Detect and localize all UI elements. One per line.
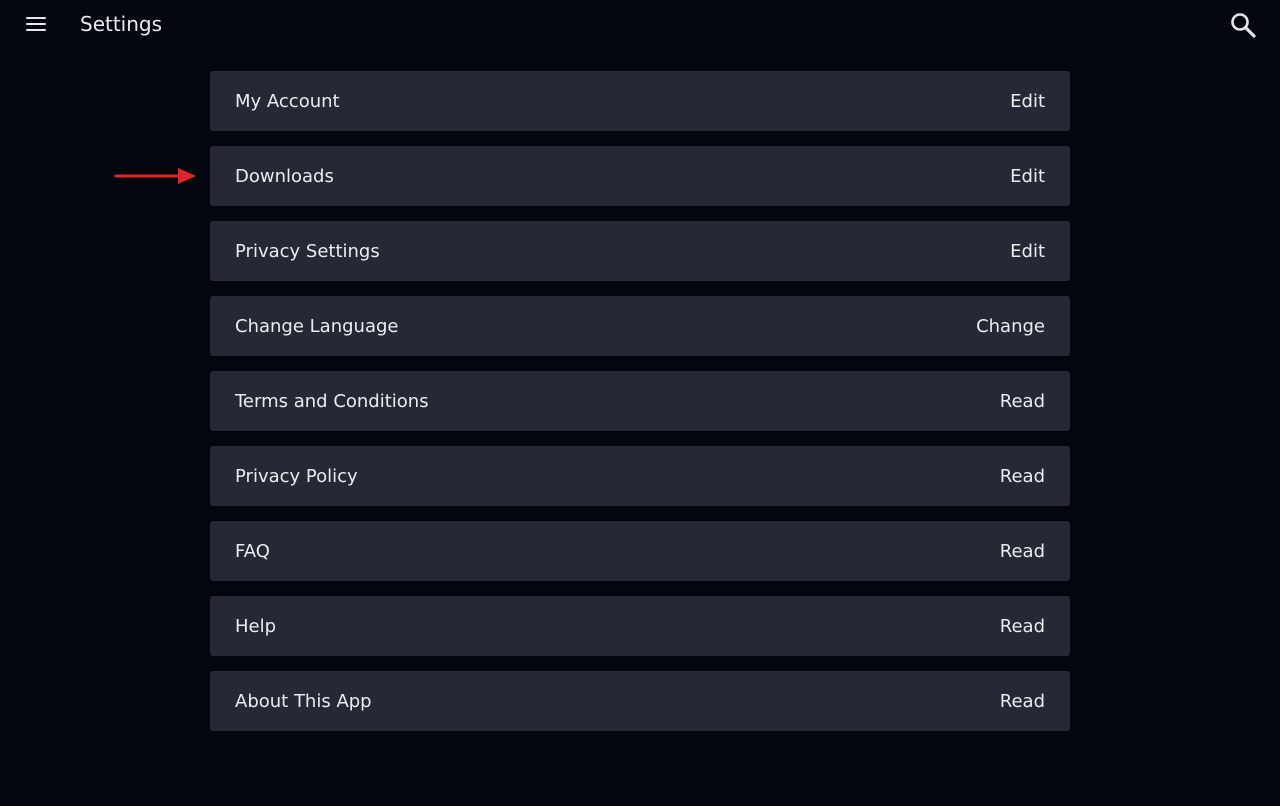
row-label: My Account xyxy=(235,90,340,112)
read-button[interactable]: Read xyxy=(1000,616,1045,637)
row-label: About This App xyxy=(235,690,372,712)
settings-row-privacy-settings[interactable]: Privacy Settings Edit xyxy=(210,221,1070,281)
row-label: Downloads xyxy=(235,165,334,187)
row-label: Terms and Conditions xyxy=(235,390,429,412)
row-label: Privacy Settings xyxy=(235,240,380,262)
settings-row-downloads[interactable]: Downloads Edit xyxy=(210,146,1070,206)
settings-row-faq[interactable]: FAQ Read xyxy=(210,521,1070,581)
settings-list: My Account Edit Downloads Edit Privacy S… xyxy=(210,71,1070,746)
row-label: Privacy Policy xyxy=(235,465,358,487)
change-button[interactable]: Change xyxy=(976,316,1045,337)
settings-row-help[interactable]: Help Read xyxy=(210,596,1070,656)
settings-row-change-language[interactable]: Change Language Change xyxy=(210,296,1070,356)
row-label: Change Language xyxy=(235,315,399,337)
settings-row-terms-and-conditions[interactable]: Terms and Conditions Read xyxy=(210,371,1070,431)
settings-row-privacy-policy[interactable]: Privacy Policy Read xyxy=(210,446,1070,506)
menu-line xyxy=(26,23,46,25)
top-app-bar: Settings xyxy=(0,0,1280,50)
edit-button[interactable]: Edit xyxy=(1010,241,1045,262)
read-button[interactable]: Read xyxy=(1000,391,1045,412)
edit-button[interactable]: Edit xyxy=(1010,91,1045,112)
hamburger-menu-icon[interactable] xyxy=(26,15,46,33)
annotation-arrow-icon xyxy=(114,168,196,184)
menu-line xyxy=(26,17,46,19)
read-button[interactable]: Read xyxy=(1000,541,1045,562)
read-button[interactable]: Read xyxy=(1000,466,1045,487)
search-icon[interactable] xyxy=(1229,11,1257,39)
page-title: Settings xyxy=(80,12,163,36)
settings-row-my-account[interactable]: My Account Edit xyxy=(210,71,1070,131)
row-label: Help xyxy=(235,615,277,637)
menu-line xyxy=(26,29,46,31)
settings-row-about-this-app[interactable]: About This App Read xyxy=(210,671,1070,731)
row-label: FAQ xyxy=(235,540,270,562)
edit-button[interactable]: Edit xyxy=(1010,166,1045,187)
read-button[interactable]: Read xyxy=(1000,691,1045,712)
